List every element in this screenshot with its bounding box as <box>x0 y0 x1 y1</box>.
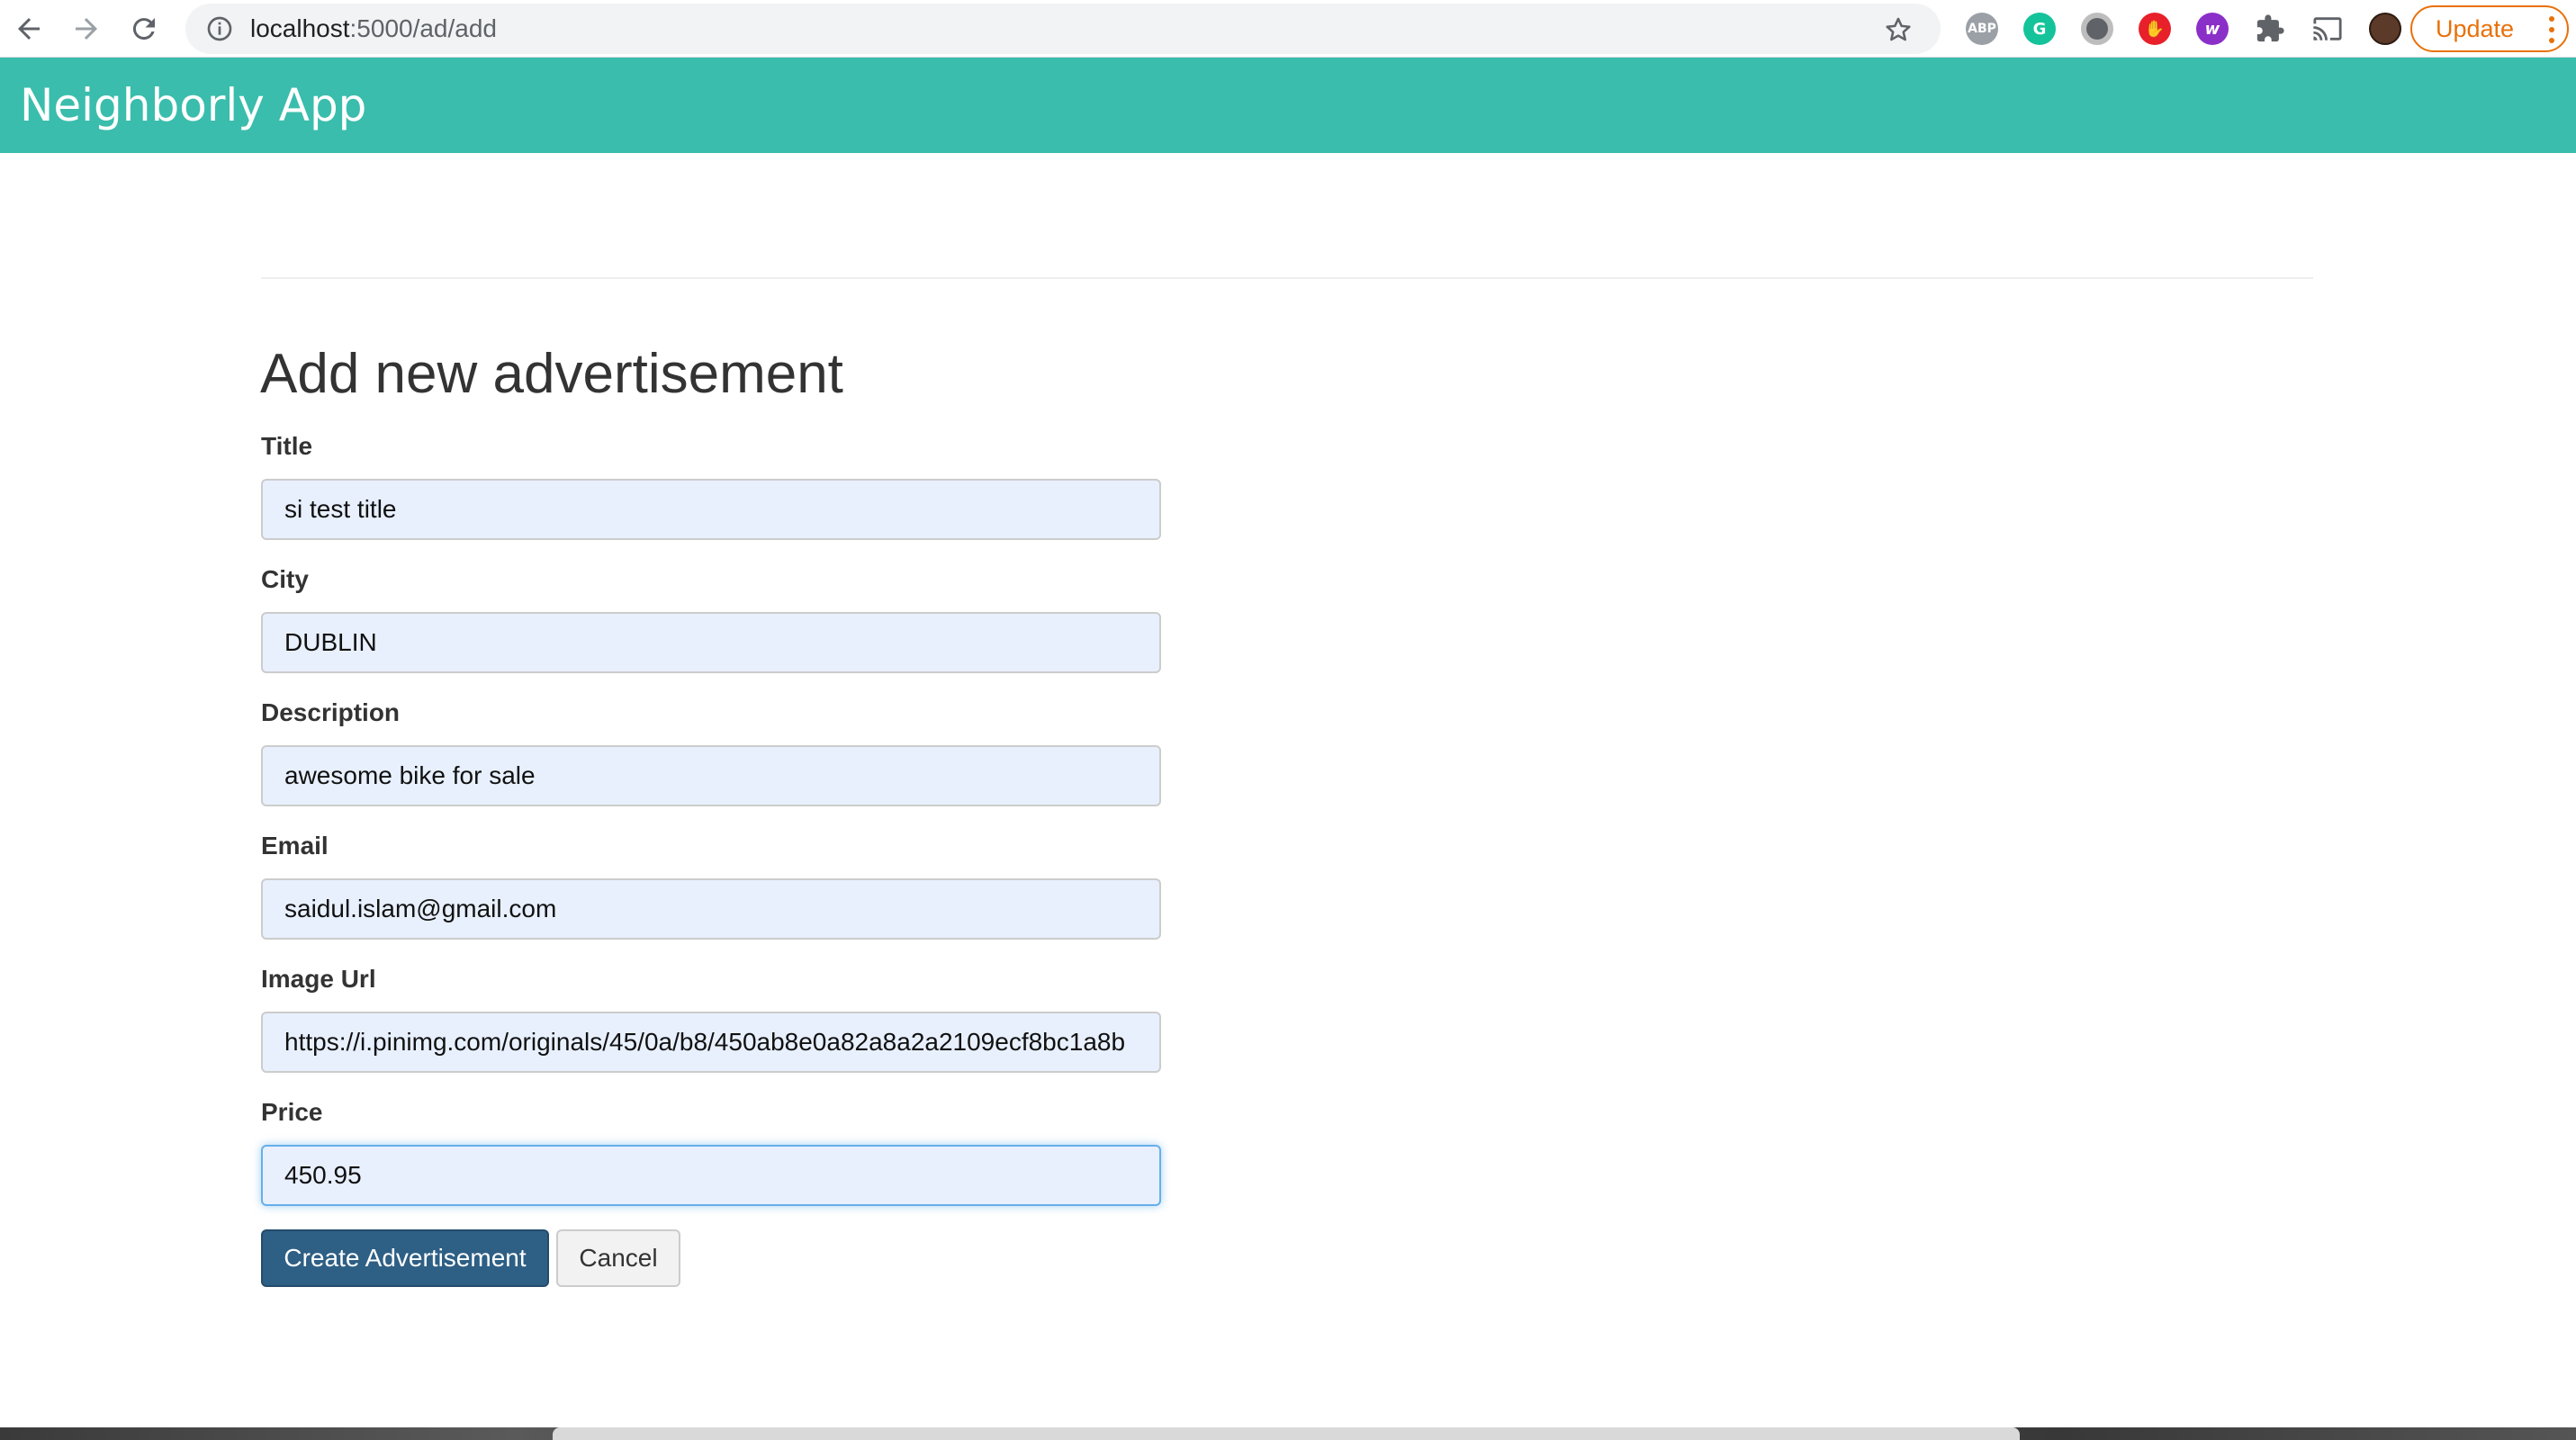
address-bar[interactable]: localhost:5000/ad/add <box>185 4 1941 54</box>
page-title: Add new advertisement <box>260 343 843 405</box>
forward-arrow-icon <box>76 17 97 40</box>
back-button[interactable] <box>0 0 58 58</box>
extensions-puzzle-button[interactable] <box>2241 0 2299 58</box>
email-group: Email <box>261 832 1161 940</box>
url-host: localhost <box>250 14 350 42</box>
create-advertisement-button[interactable]: Create Advertisement <box>261 1229 549 1287</box>
adblock-plus-icon: ABP <box>1966 13 1998 45</box>
profile-button[interactable] <box>2356 0 2414 58</box>
title-input[interactable] <box>261 479 1161 540</box>
app-navbar: Neighborly App <box>0 58 2576 153</box>
ext-w-button[interactable]: w <box>2184 0 2241 58</box>
title-group: Title <box>261 432 1161 540</box>
more-vert-icon <box>2549 16 2554 43</box>
reload-button[interactable] <box>115 0 173 58</box>
cast-button[interactable] <box>2299 0 2356 58</box>
title-label: Title <box>261 432 313 460</box>
ext-w-icon: w <box>2196 13 2229 45</box>
browser-toolbar: localhost:5000/ad/add ABP G ✋ w Update <box>0 0 2576 58</box>
reload-icon <box>132 17 155 40</box>
image-url-label: Image Url <box>261 965 376 993</box>
extensions-area: ABP G ✋ w <box>1953 0 2414 58</box>
city-group: City <box>261 565 1161 673</box>
city-label: City <box>261 565 309 593</box>
url-path: :5000/ad/add <box>349 14 498 42</box>
update-label: Update <box>2436 14 2515 42</box>
forward-button[interactable] <box>58 0 115 58</box>
city-input[interactable] <box>261 612 1161 673</box>
image-url-input[interactable] <box>261 1012 1161 1073</box>
bookmark-star-icon[interactable] <box>1883 14 1914 45</box>
adblock-button[interactable]: ✋ <box>2126 0 2184 58</box>
email-label: Email <box>261 832 329 860</box>
description-input[interactable] <box>261 745 1161 806</box>
cancel-button[interactable]: Cancel <box>556 1229 680 1287</box>
adblock-icon: ✋ <box>2139 13 2171 45</box>
privacy-ext-icon <box>2081 13 2113 45</box>
avatar <box>2369 13 2401 45</box>
price-label: Price <box>261 1098 323 1126</box>
brand-link[interactable]: Neighborly App <box>20 79 366 131</box>
price-group: Price <box>261 1098 1161 1206</box>
email-input[interactable] <box>261 878 1161 940</box>
back-arrow-icon <box>18 17 40 40</box>
price-input[interactable] <box>261 1145 1161 1206</box>
os-dock-strip <box>0 1427 2576 1440</box>
os-dock <box>553 1427 2020 1440</box>
adblock-plus-button[interactable]: ABP <box>1953 0 2011 58</box>
puzzle-icon <box>2256 14 2284 42</box>
image-url-group: Image Url <box>261 965 1161 1073</box>
site-info-icon[interactable] <box>205 14 234 43</box>
url-text: localhost:5000/ad/add <box>250 14 497 43</box>
grammarly-button[interactable]: G <box>2011 0 2068 58</box>
divider <box>261 277 2313 279</box>
description-label: Description <box>261 698 401 726</box>
update-button[interactable]: Update <box>2410 5 2569 52</box>
cast-icon <box>2313 17 2342 40</box>
description-group: Description <box>261 698 1161 806</box>
grammarly-icon: G <box>2023 13 2056 45</box>
privacy-ext-button[interactable] <box>2068 0 2126 58</box>
